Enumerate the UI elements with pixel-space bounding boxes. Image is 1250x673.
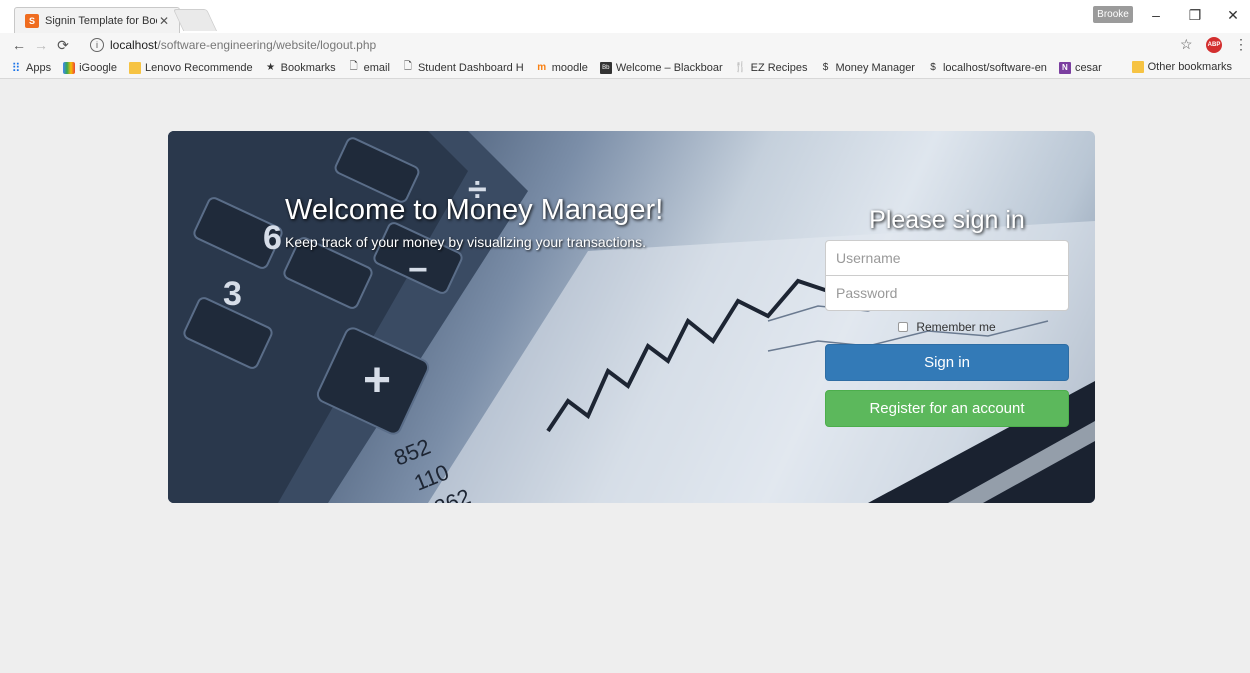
password-input[interactable] <box>825 275 1069 311</box>
bookmark-bookmarks[interactable]: ★ Bookmarks <box>265 62 336 74</box>
calc-key-6: 6 <box>263 219 282 257</box>
bookmark-other[interactable]: Other bookmarks <box>1131 61 1232 73</box>
page-icon: 🗋 <box>403 61 412 72</box>
dollar-icon: $ <box>822 62 829 73</box>
folder-icon <box>129 61 141 74</box>
dollar-icon: $ <box>930 62 936 73</box>
signin-heading: Please sign in <box>869 206 1025 234</box>
igoogle-icon <box>63 61 76 74</box>
username-input[interactable] <box>825 240 1069 276</box>
bookmark-email[interactable]: 🗋 email <box>348 61 390 74</box>
hero-jumbotron: 3 6 − + ÷ 852 110 262 Welcome to Money M… <box>168 131 1095 503</box>
browser-tab-strip: S Signin Template for Boot ✕ Brooke – ❐ … <box>0 0 1250 33</box>
calc-key-minus: − <box>408 251 428 289</box>
bookmark-label: localhost/software-en <box>942 61 1047 74</box>
star-icon: ★ <box>266 62 276 73</box>
remember-me-row[interactable]: Remember me <box>825 320 1069 334</box>
remember-me-label: Remember me <box>916 320 996 334</box>
bookmark-label: Bookmarks <box>280 61 336 74</box>
browser-tab[interactable]: S Signin Template for Boot ✕ <box>14 7 180 33</box>
bookmark-label: iGoogle <box>79 61 117 74</box>
bookmark-star-icon[interactable]: ☆ <box>1180 36 1193 53</box>
bookmark-apps[interactable]: ⠿ Apps <box>10 60 52 75</box>
calculator-background-image: 3 6 − + ÷ 852 110 262 <box>168 131 1095 503</box>
tab-title: Signin Template for Boot <box>45 14 157 27</box>
bookmark-label: Welcome – Blackboar <box>615 61 723 74</box>
close-window-icon[interactable]: ✕ <box>1218 4 1248 26</box>
apps-grid-icon: ⠿ <box>11 60 21 75</box>
moodle-icon: m <box>537 62 547 73</box>
bookmark-blackboard[interactable]: Bb Welcome – Blackboar <box>599 61 723 74</box>
bookmarks-bar: ⠿ Apps iGoogle Lenovo Recommende ★ Bookm… <box>0 57 1250 79</box>
restore-icon[interactable]: ❐ <box>1180 4 1210 26</box>
bookmark-label: Lenovo Recommende <box>145 61 253 74</box>
bookmark-ez-recipes[interactable]: 🍴 EZ Recipes <box>734 61 808 74</box>
bookmark-label: Money Manager <box>835 61 915 74</box>
bookmark-label: cesar <box>1074 61 1102 74</box>
bookmark-moodle[interactable]: m moodle <box>536 62 588 74</box>
bookmark-money-manager[interactable]: $ Money Manager <box>819 62 915 74</box>
register-button[interactable]: Register for an account <box>825 390 1069 427</box>
utensils-icon: 🍴 <box>734 62 747 73</box>
forward-arrow-icon[interactable]: → <box>30 37 52 53</box>
minimize-icon[interactable]: – <box>1141 4 1171 26</box>
bookmark-label: Other bookmarks <box>1147 61 1232 73</box>
bootstrap-favicon-icon: S <box>25 13 39 28</box>
calc-key-3: 3 <box>223 275 242 313</box>
url-path: /software-engineering/website/logout.php <box>157 38 377 52</box>
url-host: localhost <box>110 38 158 52</box>
remember-me-checkbox[interactable] <box>898 322 909 332</box>
bookmark-igoogle[interactable]: iGoogle <box>63 61 117 74</box>
bookmark-label: Apps <box>26 61 52 74</box>
blackboard-icon: Bb <box>599 61 612 74</box>
bookmark-label: EZ Recipes <box>750 61 808 74</box>
browser-toolbar: ← → ⟳ i localhost/software-engineering/w… <box>0 33 1250 57</box>
signin-button[interactable]: Sign in <box>825 344 1069 381</box>
folder-icon <box>1131 61 1144 73</box>
bookmark-localhost[interactable]: $ localhost/software-en <box>927 62 1047 74</box>
bookmark-label: moodle <box>551 61 588 74</box>
calc-key-plus: + <box>363 354 391 407</box>
hero-title: Welcome to Money Manager! <box>285 194 664 226</box>
bookmark-label: email <box>363 61 390 74</box>
bookmark-cesar[interactable]: N cesar <box>1058 61 1102 74</box>
bookmark-lenovo[interactable]: Lenovo Recommende <box>129 61 253 74</box>
page-icon: 🗋 <box>349 61 358 72</box>
bookmark-student-dashboard[interactable]: 🗋 Student Dashboard H <box>402 61 524 74</box>
adblock-icon[interactable]: ABP <box>1206 37 1222 53</box>
reload-icon[interactable]: ⟳ <box>52 37 74 54</box>
address-bar[interactable]: i localhost/software-engineering/website… <box>84 35 1170 55</box>
info-icon[interactable]: i <box>90 38 104 52</box>
bookmark-label: Student Dashboard H <box>417 61 524 74</box>
tab-close-icon[interactable]: ✕ <box>157 14 171 28</box>
menu-kebab-icon[interactable]: ⋮ <box>1234 36 1248 53</box>
profile-button[interactable]: Brooke <box>1093 6 1133 23</box>
onenote-icon: N <box>1058 61 1071 74</box>
hero-subtitle: Keep track of your money by visualizing … <box>285 234 647 250</box>
back-arrow-icon[interactable]: ← <box>8 37 30 53</box>
